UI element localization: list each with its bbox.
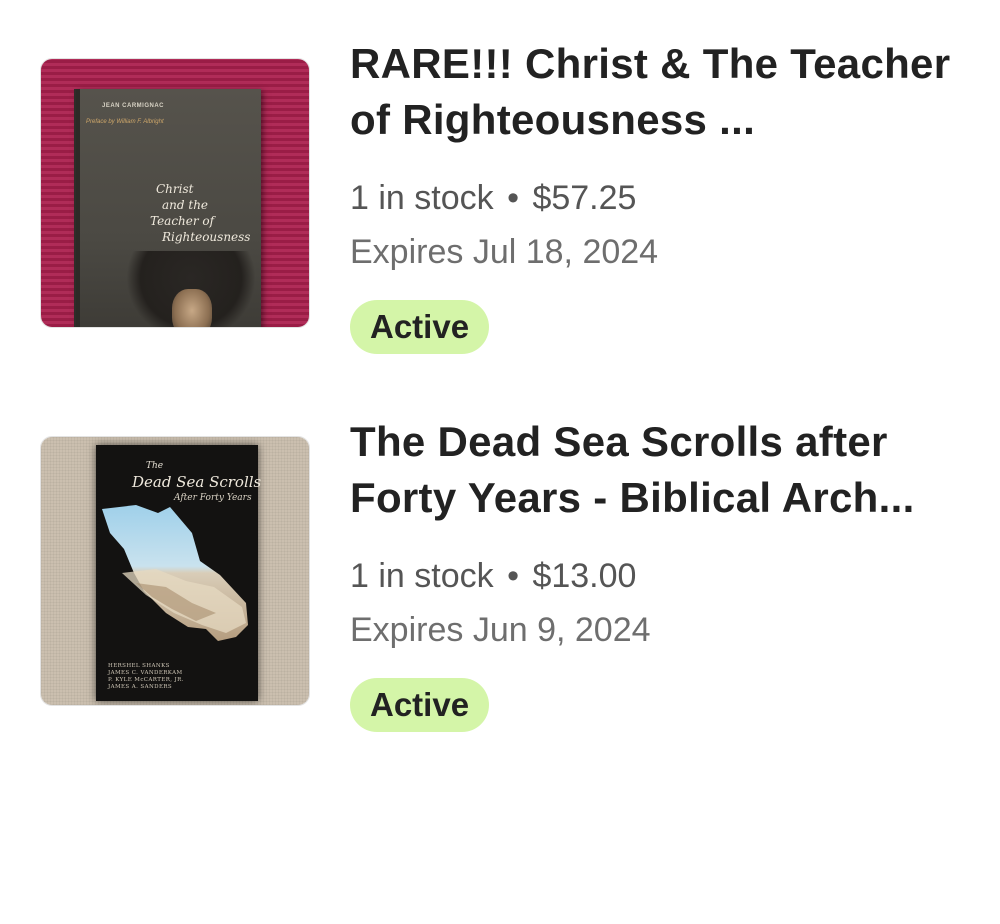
cover-portrait-face: [172, 289, 212, 327]
stock-count: 1 in stock: [350, 179, 494, 217]
listing-thumbnail[interactable]: JEAN CARMIGNAC Preface by William F. Alb…: [40, 58, 310, 328]
cover-title: Christ and the Teacher of Righteousness: [150, 182, 251, 244]
listing-expiry: Expires Jun 9, 2024: [350, 611, 651, 649]
listing-item-1[interactable]: JEAN CARMIGNAC Preface by William F. Alb…: [0, 30, 1000, 354]
listing-meta: 1 in stock • $13.00: [350, 556, 970, 596]
cover-title: Dead Sea Scrolls: [132, 473, 262, 491]
listing-title[interactable]: The Dead Sea Scrolls after Forty Years -…: [350, 414, 970, 526]
status-badge: Active: [350, 300, 490, 354]
meta-separator: •: [507, 557, 519, 595]
cover-authors: HERSHEL SHANKS JAMES C. VANDERKAM P. KYL…: [108, 663, 184, 690]
listing-info: RARE!!! Christ & The Teacher of Righteou…: [350, 36, 970, 354]
listing-expiry: Expires Jul 18, 2024: [350, 233, 659, 271]
listing-item-2[interactable]: The Dead Sea Scrolls After Forty Years H: [0, 408, 1000, 732]
meta-separator: •: [507, 179, 519, 217]
book-cover-image: JEAN CARMIGNAC Preface by William F. Alb…: [76, 89, 261, 327]
listing-price: $13.00: [532, 557, 637, 595]
listing-price: $57.25: [532, 179, 637, 217]
cover-author: JEAN CARMIGNAC: [102, 103, 165, 109]
status-badge: Active: [350, 678, 490, 732]
book-cover-image: The Dead Sea Scrolls After Forty Years H: [96, 445, 262, 701]
listing-info: The Dead Sea Scrolls after Forty Years -…: [350, 414, 970, 732]
stock-count: 1 in stock: [350, 557, 494, 595]
cover-preface: Preface by William F. Albright: [86, 119, 164, 125]
listing-meta: 1 in stock • $57.25: [350, 178, 970, 218]
listing-title[interactable]: RARE!!! Christ & The Teacher of Righteou…: [350, 36, 970, 148]
cover-landscape-image: [102, 505, 248, 641]
cover-title-small: The: [146, 461, 164, 471]
listing-thumbnail[interactable]: The Dead Sea Scrolls After Forty Years H: [40, 436, 310, 706]
cover-subtitle: After Forty Years: [174, 493, 252, 503]
